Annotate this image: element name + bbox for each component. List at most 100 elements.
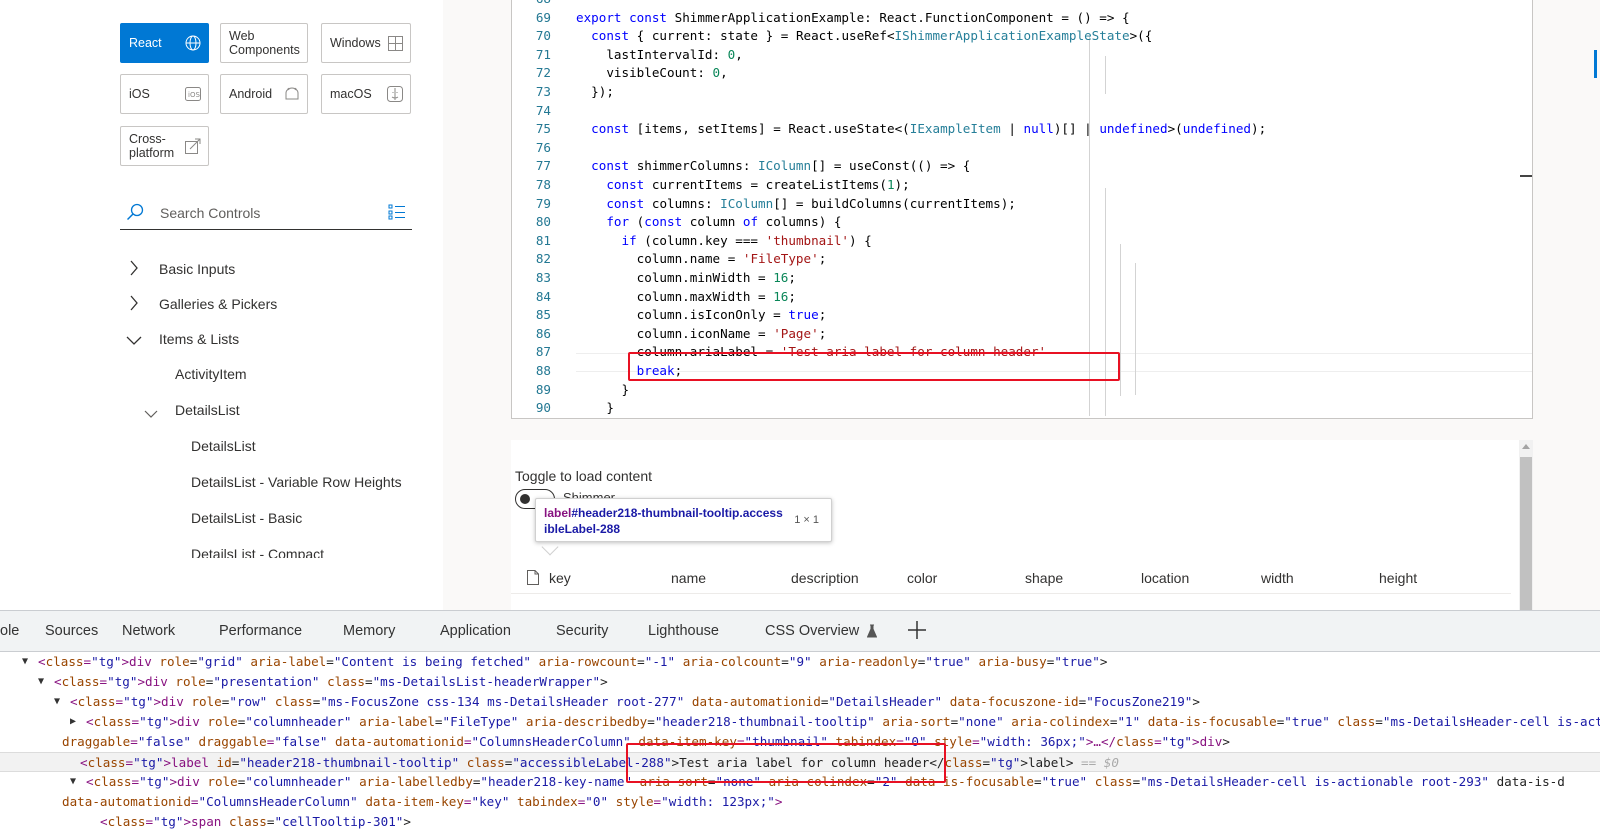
dom-node-text: <class="tg">label id="header218-thumbnai… <box>80 755 1119 770</box>
dom-node[interactable]: ▶ <class="tg">div role="columnheader" ari… <box>0 712 1600 732</box>
line-number: 73 <box>535 84 551 99</box>
code-line: 90 } <box>512 398 1532 417</box>
dom-node-text: <class="tg">div role="presentation" clas… <box>54 674 608 689</box>
line-number: 71 <box>535 46 551 62</box>
code-line: 77 const shimmerColumns: IColumn[] = use… <box>512 156 1532 175</box>
devtools-tab-security[interactable]: Security <box>556 623 608 639</box>
add-tab-icon[interactable] <box>907 620 927 645</box>
code-text: const [items, setItems] = React.useState… <box>591 121 1267 137</box>
search-input[interactable]: Search Controls <box>160 205 260 221</box>
column-header-name[interactable]: name <box>671 570 706 586</box>
nav-item-detailslist-compact[interactable]: DetailsList - Compact <box>191 546 324 558</box>
column-header-shape[interactable]: shape <box>1025 570 1063 586</box>
platform-android-button[interactable]: Android <box>220 74 308 114</box>
code-text: visibleCount: 0, <box>606 65 728 81</box>
platform-label: macOS <box>330 87 372 101</box>
expand-triangle-icon[interactable]: ▼ <box>22 652 28 672</box>
devtools-tab-application[interactable]: Application <box>440 623 511 639</box>
search-box[interactable]: Search Controls <box>120 196 412 230</box>
code-line: 74 <box>512 101 1532 120</box>
collapse-triangle-icon[interactable]: ▶ <box>70 712 76 732</box>
nav-item-detailslist-variable-row-heights[interactable]: DetailsList - Variable Row Heights <box>191 474 402 490</box>
platform-ios-button[interactable]: iOS iOS <box>120 74 209 114</box>
nav-item-items-lists[interactable]: Items & Lists <box>159 331 239 347</box>
chevron-down-icon[interactable] <box>126 333 142 351</box>
platform-react-button[interactable]: React <box>120 23 209 63</box>
ios-icon: iOS <box>184 85 202 103</box>
macos-icon <box>386 85 404 103</box>
devtools-tab-sources[interactable]: Sources <box>45 623 98 639</box>
code-text: const { current: state } = React.useRef<… <box>591 28 1153 44</box>
code-line: 79 const columns: IColumn[] = buildColum… <box>512 194 1532 213</box>
code-line: 86 column.iconName = 'Page'; <box>512 324 1532 343</box>
dom-node[interactable]: ▼ <class="tg">div role="row" class="ms-Fo… <box>0 692 1600 712</box>
chevron-right-icon[interactable] <box>129 260 139 281</box>
nav-item-galleries-pickers[interactable]: Galleries & Pickers <box>159 296 277 312</box>
scroll-up-arrow-icon[interactable] <box>1522 444 1530 449</box>
devtools-tab-lighthouse[interactable]: Lighthouse <box>648 623 719 639</box>
code-line: 82 column.name = 'FileType'; <box>512 249 1532 268</box>
code-text: for (const column of columns) { <box>606 214 842 230</box>
nav-item-basic-inputs[interactable]: Basic Inputs <box>159 261 235 277</box>
code-text: column.name = 'FileType'; <box>636 251 827 267</box>
nav-item-detailslist-basic[interactable]: DetailsList - Basic <box>191 510 302 526</box>
line-number: 83 <box>535 270 551 285</box>
chevron-down-icon[interactable] <box>144 406 158 424</box>
dom-node-text: <class="tg">span class="cellTooltip-301"… <box>100 814 411 829</box>
devtools-tab-ole[interactable]: ole <box>0 623 19 639</box>
column-header-height[interactable]: height <box>1379 570 1417 586</box>
code-line: 83 column.minWidth = 16; <box>512 268 1532 287</box>
expand-triangle-icon[interactable]: ▼ <box>54 692 60 712</box>
column-header-description[interactable]: description <box>791 570 859 586</box>
code-text: column.minWidth = 16; <box>636 270 796 285</box>
devtools-tab-memory[interactable]: Memory <box>343 623 395 639</box>
flask-icon <box>866 624 878 643</box>
column-header-location[interactable]: location <box>1141 570 1189 586</box>
dom-node[interactable]: data-automationid="ColumnsHeaderColumn" … <box>0 792 1600 812</box>
elements-tree[interactable]: ▼ <class="tg">div role="grid" aria-label=… <box>0 652 1600 830</box>
code-text: column.maxWidth = 16; <box>636 288 796 304</box>
tooltip-id: #header218-thumbnail-tooltip.accessibleL… <box>544 506 783 536</box>
dom-node[interactable]: <class="tg">span class="cellTooltip-301"… <box>0 812 1600 830</box>
line-number: 70 <box>535 28 551 44</box>
dom-node[interactable]: ▼ <class="tg">div role="presentation" cla… <box>0 672 1600 692</box>
code-line: 73 }); <box>512 82 1532 101</box>
devtools-tab-network[interactable]: Network <box>122 623 175 639</box>
dom-node-text: <class="tg">div role="columnheader" aria… <box>86 714 1600 729</box>
code-line: 71 lastIntervalId: 0, <box>512 45 1532 64</box>
column-header-color[interactable]: color <box>907 570 937 586</box>
column-header-key[interactable]: key <box>549 570 571 586</box>
scroll-thumb[interactable] <box>1520 457 1532 610</box>
dom-node-text: <class="tg">div role="row" class="ms-Foc… <box>70 694 1200 709</box>
code-text: } <box>576 400 614 416</box>
devtools-tab-css-overview[interactable]: CSS Overview <box>765 623 859 639</box>
tooltip-selector: label#header218-thumbnail-tooltip.access… <box>544 505 784 537</box>
chevron-right-icon[interactable] <box>129 295 139 316</box>
code-text: const columns: IColumn[] = buildColumns(… <box>606 195 1016 211</box>
panel-scrollbar[interactable] <box>1519 440 1533 610</box>
nav-item-detailslist-group[interactable]: DetailsList <box>175 402 240 418</box>
toggle-title: Toggle to load content <box>515 468 652 484</box>
platform-cross-platform-button[interactable]: Cross-platform <box>120 126 209 166</box>
code-text: export const ShimmerApplicationExample: … <box>576 9 1130 25</box>
page-icon <box>527 570 539 590</box>
expand-triangle-icon[interactable]: ▼ <box>38 672 44 692</box>
column-header-width[interactable]: width <box>1261 570 1294 586</box>
line-number: 75 <box>535 121 551 137</box>
filter-list-icon[interactable] <box>388 204 406 225</box>
expand-triangle-icon[interactable]: ▼ <box>70 772 76 792</box>
code-line: 85 column.isIconOnly = true; <box>512 305 1532 324</box>
line-number: 84 <box>535 288 551 304</box>
line-number: 90 <box>535 400 551 416</box>
devtools-tab-performance[interactable]: Performance <box>219 623 302 639</box>
line-number: 72 <box>535 65 551 81</box>
nav-item-detailslist[interactable]: DetailsList <box>191 438 256 454</box>
dom-node[interactable]: ▼ <class="tg">div role="grid" aria-label=… <box>0 652 1600 672</box>
nav-item-activityitem[interactable]: ActivityItem <box>175 366 247 382</box>
platform-macos-button[interactable]: macOS <box>321 74 411 114</box>
code-text: column.iconName = 'Page'; <box>636 325 827 341</box>
platform-web-components-button[interactable]: Web Components <box>220 23 308 63</box>
platform-windows-button[interactable]: Windows <box>321 23 411 63</box>
code-text: column.isIconOnly = true; <box>636 307 827 323</box>
code-line: 75 const [items, setItems] = React.useSt… <box>512 119 1532 138</box>
